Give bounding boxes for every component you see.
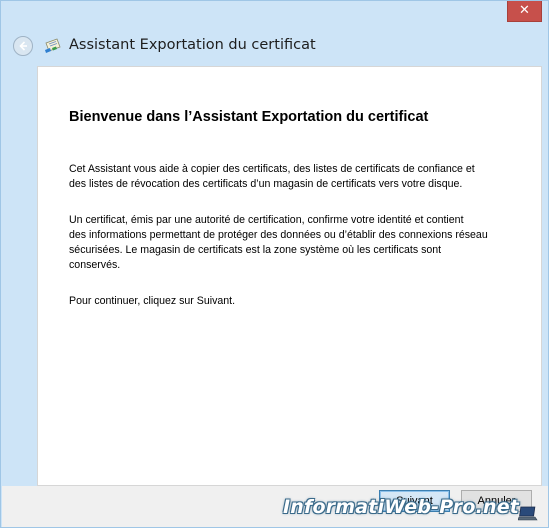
wizard-title: Assistant Exportation du certificat [69, 37, 316, 53]
intro-paragraph: Cet Assistant vous aide à copier des cer… [69, 163, 475, 190]
wizard-header: Assistant Exportation du certificat [1, 29, 548, 63]
laptop-icon [518, 506, 538, 521]
close-button[interactable]: ✕ [507, 1, 542, 22]
back-arrow-icon [19, 41, 27, 51]
continue-instruction: Pour continuer, cliquez sur Suivant. [69, 295, 236, 307]
wizard-content: Bienvenue dans l’Assistant Exportation d… [37, 66, 542, 486]
page-heading: Bienvenue dans l’Assistant Exportation d… [69, 109, 429, 125]
back-button[interactable] [13, 36, 33, 56]
wizard-window: ✕ Assistant Exportation du certificat Bi… [0, 0, 549, 528]
close-icon: ✕ [519, 3, 530, 18]
certificate-description-paragraph: Un certificat, émis par une autorité de … [69, 214, 488, 271]
watermark-text: InformatiWeb-Pro.net [283, 496, 520, 518]
certificate-icon [45, 38, 61, 53]
